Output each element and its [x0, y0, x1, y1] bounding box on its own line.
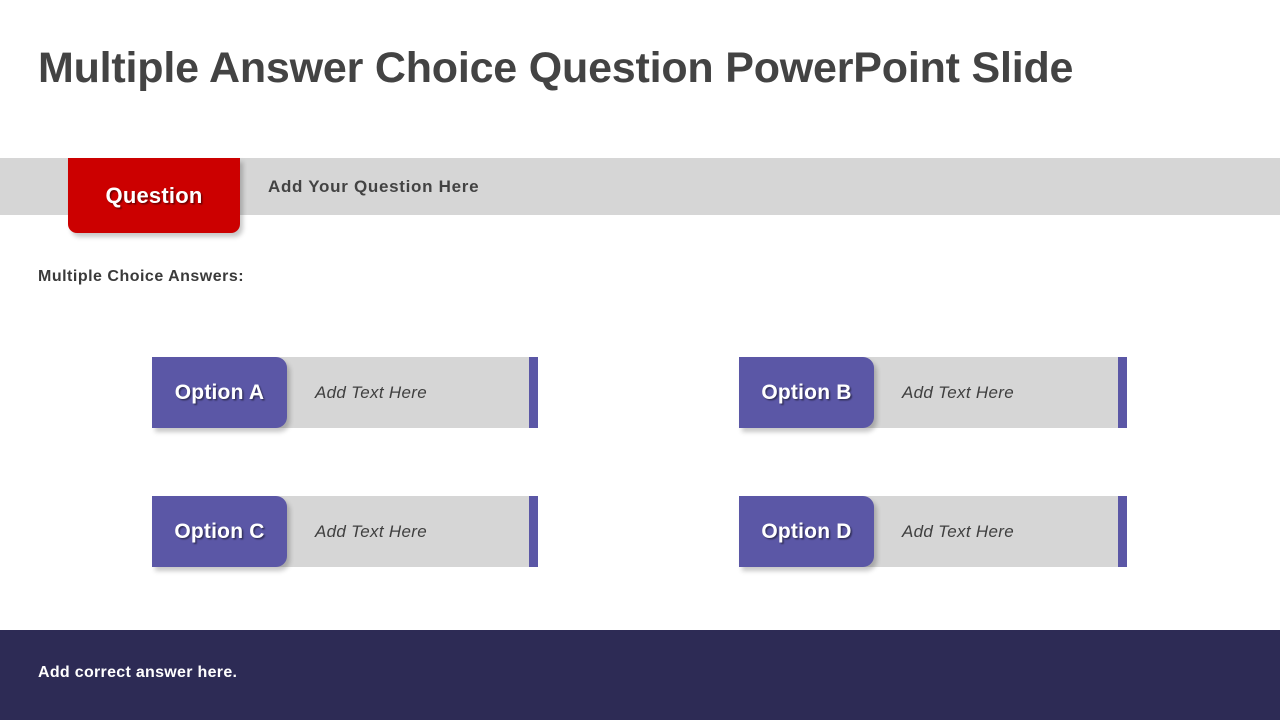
option-b-text[interactable]: Add Text Here: [902, 357, 1014, 428]
page-title: Multiple Answer Choice Question PowerPoi…: [38, 44, 1074, 92]
option-c-text[interactable]: Add Text Here: [315, 496, 427, 567]
option-row-d: Add Text Here Option D: [739, 496, 1127, 567]
answers-section-label: Multiple Choice Answers:: [38, 268, 245, 285]
option-d-tag-label: Option D: [761, 519, 852, 543]
option-a-accent-bar: [529, 357, 538, 428]
option-d-text[interactable]: Add Text Here: [902, 496, 1014, 567]
option-c-accent-bar: [529, 496, 538, 567]
slide-canvas: Multiple Answer Choice Question PowerPoi…: [0, 0, 1280, 720]
option-b-tag-label: Option B: [761, 380, 852, 404]
option-a-tag-label: Option A: [174, 380, 265, 404]
option-a-text[interactable]: Add Text Here: [315, 357, 427, 428]
option-c-tag[interactable]: Option C: [152, 496, 287, 567]
option-c-tag-label: Option C: [174, 519, 265, 543]
option-row-a: Add Text Here Option A: [152, 357, 538, 428]
option-row-c: Add Text Here Option C: [152, 496, 538, 567]
question-tab-label: Question: [105, 182, 203, 208]
option-d-accent-bar: [1118, 496, 1127, 567]
correct-answer-text[interactable]: Add correct answer here.: [38, 664, 237, 682]
question-tab[interactable]: Question: [68, 158, 240, 233]
option-b-accent-bar: [1118, 357, 1127, 428]
option-row-b: Add Text Here Option B: [739, 357, 1127, 428]
question-input[interactable]: Add Your Question Here: [268, 158, 479, 215]
option-d-tag[interactable]: Option D: [739, 496, 874, 567]
option-b-tag[interactable]: Option B: [739, 357, 874, 428]
option-a-tag[interactable]: Option A: [152, 357, 287, 428]
